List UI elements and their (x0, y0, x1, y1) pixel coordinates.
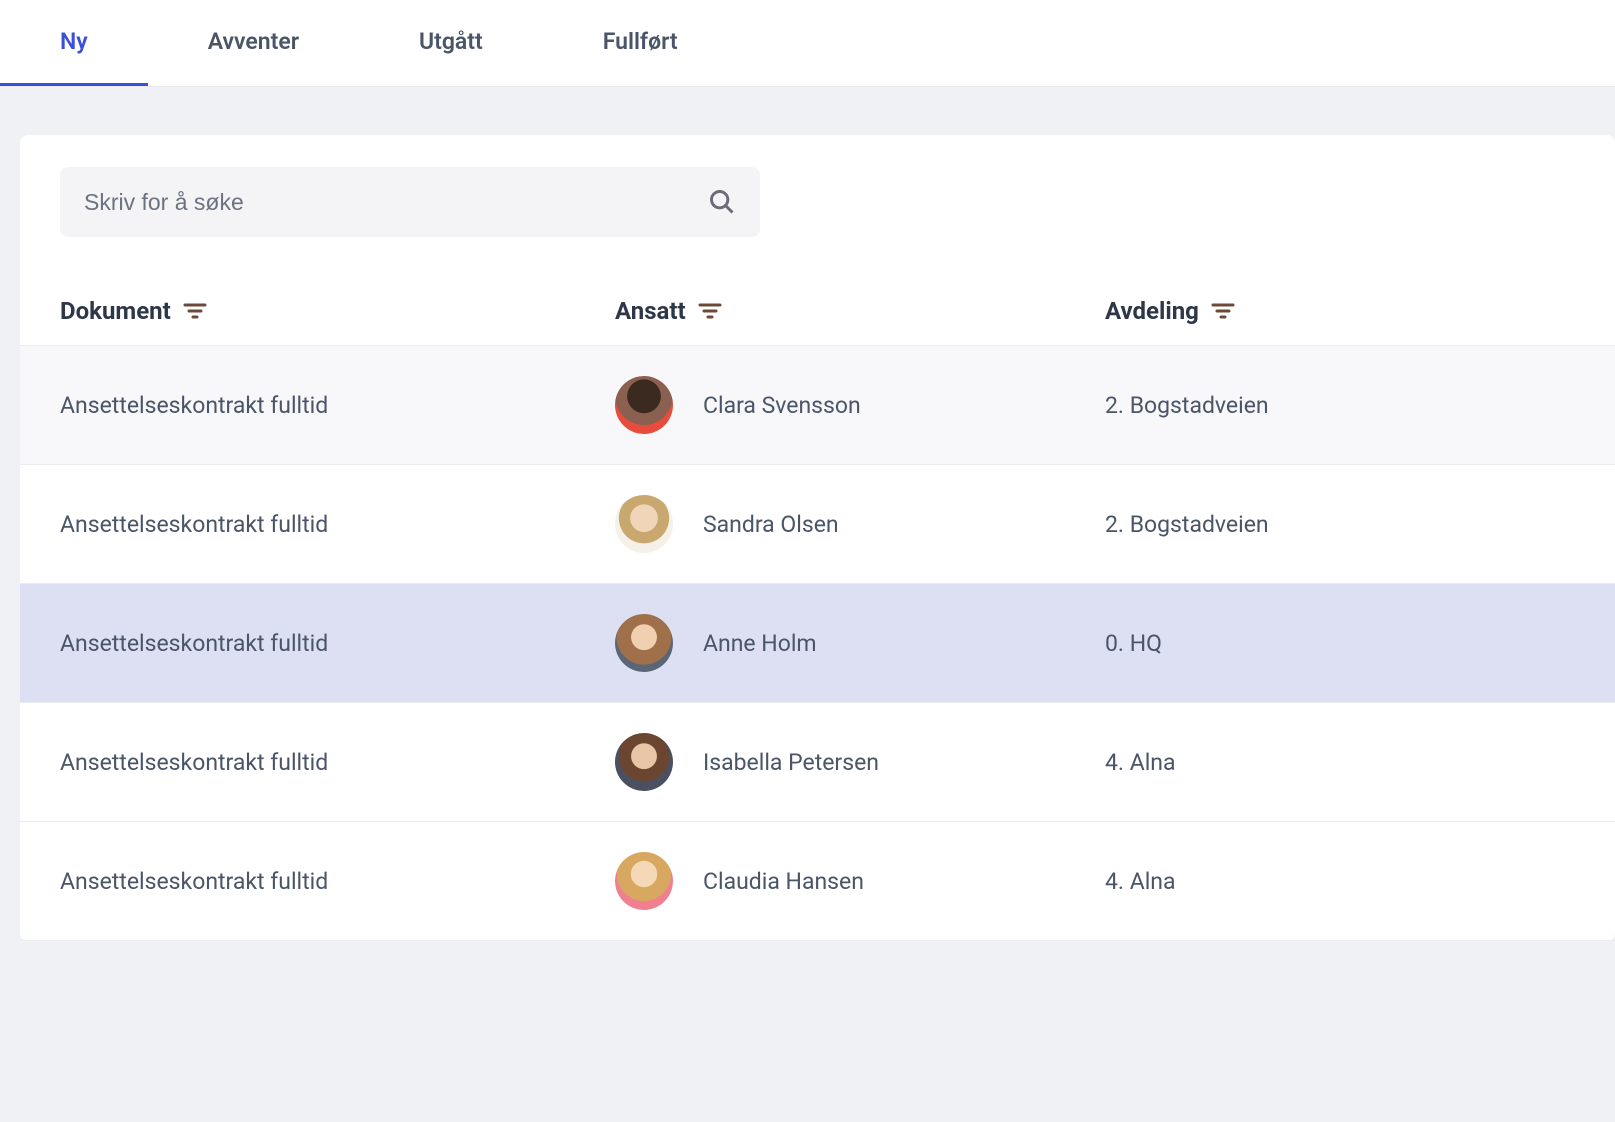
employee-name: Isabella Petersen (703, 749, 879, 776)
cell-employee: Claudia Hansen (615, 852, 1105, 910)
column-header-department-label: Avdeling (1105, 297, 1199, 325)
avatar (615, 733, 673, 791)
search-box[interactable] (60, 167, 760, 237)
employee-name: Sandra Olsen (703, 511, 839, 538)
filter-icon (698, 301, 722, 321)
column-header-employee-label: Ansatt (615, 297, 686, 325)
cell-department: 2. Bogstadveien (1105, 511, 1575, 538)
tab-fullfort[interactable]: Fullført (543, 0, 738, 86)
cell-document: Ansettelseskontrakt fulltid (60, 749, 615, 776)
avatar (615, 852, 673, 910)
column-header-employee[interactable]: Ansatt (615, 297, 1105, 325)
cell-department: 4. Alna (1105, 868, 1575, 895)
table-row[interactable]: Ansettelseskontrakt fulltid Sandra Olsen… (20, 465, 1615, 584)
table-row[interactable]: Ansettelseskontrakt fulltid Isabella Pet… (20, 703, 1615, 822)
tab-utgatt[interactable]: Utgått (359, 0, 543, 86)
table-row[interactable]: Ansettelseskontrakt fulltid Clara Svenss… (20, 346, 1615, 465)
table-row[interactable]: Ansettelseskontrakt fulltid Anne Holm 0.… (20, 584, 1615, 703)
cell-employee: Clara Svensson (615, 376, 1105, 434)
employee-name: Clara Svensson (703, 392, 861, 419)
employee-name: Claudia Hansen (703, 868, 864, 895)
cell-employee: Isabella Petersen (615, 733, 1105, 791)
tabs-bar: Ny Avventer Utgått Fullført (0, 0, 1615, 87)
content-wrapper: Dokument Ansatt Avdeling (0, 87, 1615, 941)
search-input[interactable] (84, 189, 708, 216)
cell-document: Ansettelseskontrakt fulltid (60, 630, 615, 657)
avatar (615, 495, 673, 553)
cell-department: 4. Alna (1105, 749, 1575, 776)
column-header-document-label: Dokument (60, 297, 171, 325)
table-header: Dokument Ansatt Avdeling (20, 277, 1615, 346)
table-row[interactable]: Ansettelseskontrakt fulltid Claudia Hans… (20, 822, 1615, 941)
filter-icon (1211, 301, 1235, 321)
tab-ny[interactable]: Ny (0, 0, 148, 86)
avatar (615, 614, 673, 672)
employee-name: Anne Holm (703, 630, 817, 657)
search-wrap (20, 167, 1615, 277)
cell-employee: Anne Holm (615, 614, 1105, 672)
cell-department: 0. HQ (1105, 630, 1575, 657)
search-icon (708, 188, 736, 216)
cell-document: Ansettelseskontrakt fulltid (60, 511, 615, 538)
avatar (615, 376, 673, 434)
column-header-document[interactable]: Dokument (60, 297, 615, 325)
filter-icon (183, 301, 207, 321)
card: Dokument Ansatt Avdeling (20, 135, 1615, 941)
column-header-department[interactable]: Avdeling (1105, 297, 1575, 325)
cell-document: Ansettelseskontrakt fulltid (60, 392, 615, 419)
cell-document: Ansettelseskontrakt fulltid (60, 868, 615, 895)
tab-avventer[interactable]: Avventer (148, 0, 359, 86)
cell-employee: Sandra Olsen (615, 495, 1105, 553)
cell-department: 2. Bogstadveien (1105, 392, 1575, 419)
